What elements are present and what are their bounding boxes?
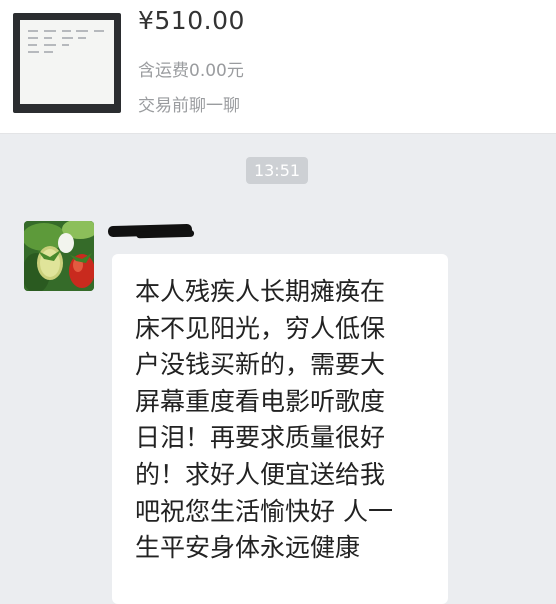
message-line: 日泪！再要求质量很好 — [135, 423, 386, 453]
sender-avatar[interactable] — [24, 221, 94, 291]
message-line: 户没钱买新的，需要大 — [135, 350, 386, 380]
message-timestamp: 13:51 — [246, 157, 308, 184]
message-line: 本人残疾人长期瘫痪在 — [135, 277, 386, 306]
shipping-fee: 含运费0.00元 — [138, 61, 244, 81]
product-price: ¥510.00 — [138, 6, 245, 35]
message-line: 吧祝您生活愉快好 人一 — [135, 496, 393, 526]
message-line: 床不见阳光，穷人低保 — [135, 313, 386, 343]
strawberry-avatar-icon — [24, 221, 94, 291]
product-card[interactable]: ¥510.00 含运费0.00元 交易前聊一聊 — [0, 0, 556, 134]
message-line: 的！求好人便宜送给我 — [135, 459, 386, 489]
sender-name-redacted — [107, 223, 193, 238]
monitor-thumbnail-icon — [20, 20, 114, 104]
message-line: 生平安身体永远健康 — [135, 533, 361, 563]
message-line: 屏幕重度看电影听歌度 — [135, 386, 386, 416]
product-thumbnail[interactable] — [13, 13, 121, 113]
chat-before-trade-label: 交易前聊一聊 — [138, 96, 240, 116]
message-bubble[interactable]: 本人残疾人长期瘫痪在 床不见阳光，穷人低保 户没钱买新的，需要大 屏幕重度看电影… — [112, 254, 448, 604]
